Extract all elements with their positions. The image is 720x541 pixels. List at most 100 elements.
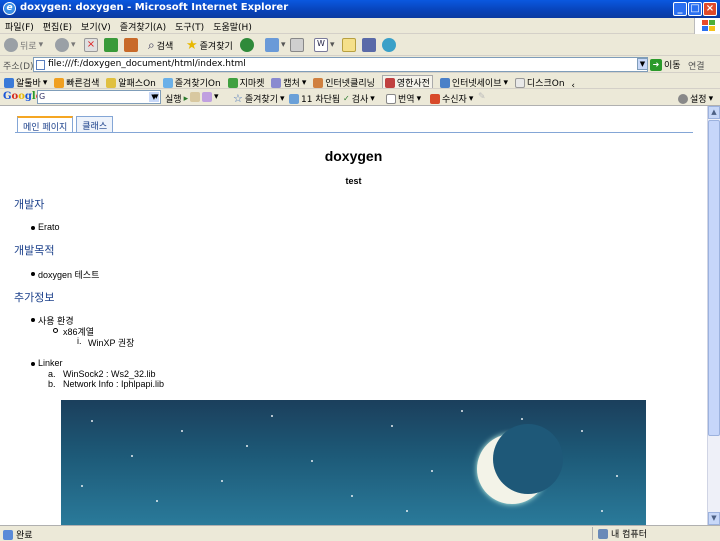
history-button[interactable] xyxy=(240,37,254,53)
google-favorites[interactable]: ☆ 즐겨찾기 ▾ xyxy=(233,92,285,105)
link-quick-search[interactable]: 빠른검색 xyxy=(54,76,99,88)
bullet xyxy=(31,272,35,276)
mail-button[interactable]: ▾ xyxy=(265,37,286,53)
research-icon xyxy=(362,38,376,52)
stop-button[interactable]: × xyxy=(84,37,98,53)
google-tools[interactable]: ▾ xyxy=(190,92,219,102)
night-sky-image xyxy=(61,400,646,525)
print-button[interactable] xyxy=(290,37,304,53)
link-internet-cleaning[interactable]: 인터넷클리닝 xyxy=(313,76,375,88)
page-content: 메인 페이지 클래스 doxygen test 개발자 Erato 개발목적 d… xyxy=(0,106,707,525)
scroll-down-button[interactable]: ▼ xyxy=(708,512,720,525)
maximize-button[interactable]: □ xyxy=(688,2,702,16)
links-toolbar: 알툴바 ▾ 빠른검색 알패스On 즐겨찾기On 지마켓 캡처 ▾ 인터넷클리닝 영한… xyxy=(0,73,720,89)
link-dictionary[interactable]: 영한사전 xyxy=(381,75,433,88)
google-toolbar: Google G ▼ ▾ 실행▸ ▾ ☆즐겨찾기▾ 11 차단됨 ✓검사▾ 번역… xyxy=(0,89,720,106)
home-button[interactable] xyxy=(124,37,138,53)
internet-save-icon xyxy=(439,77,450,88)
menu-file[interactable]: 파일(F) xyxy=(0,18,38,33)
link-favorites-on[interactable]: 즐겨찾기On xyxy=(162,76,221,88)
google-search-dropdown-2[interactable]: ▾ xyxy=(154,92,159,102)
discuss-button[interactable] xyxy=(342,37,356,53)
vertical-scrollbar[interactable]: ▲ ▼ xyxy=(707,106,720,525)
go-button[interactable]: ➜ 이동 xyxy=(650,58,681,71)
tab-classes[interactable]: 클래스 xyxy=(76,116,114,133)
gmarket-icon xyxy=(227,77,238,88)
menu-view[interactable]: 보기(V) xyxy=(76,18,115,33)
refresh-icon xyxy=(104,38,118,52)
status-text: 완료 xyxy=(3,528,33,541)
menu-favorites[interactable]: 즐겨찾기(A) xyxy=(115,18,170,33)
google-check[interactable]: ✓ 검사 ▾ xyxy=(343,92,375,106)
page-done-icon xyxy=(3,529,13,540)
title-bar: e doxygen: doxygen - Microsoft Internet … xyxy=(0,0,720,18)
link-disk-on[interactable]: 디스크On xyxy=(514,76,565,88)
link-altoolbar[interactable]: 알툴바 ▾ xyxy=(4,76,47,88)
messenger-icon xyxy=(382,38,396,52)
menu-edit[interactable]: 편집(E) xyxy=(38,18,76,33)
history-icon xyxy=(240,38,254,52)
favorites-button[interactable]: ★ 즐겨찾기 xyxy=(186,37,233,53)
menu-help[interactable]: 도움말(H) xyxy=(208,18,256,33)
links-chevron[interactable]: ‹ xyxy=(571,81,575,89)
google-translate[interactable]: 번역 ▾ xyxy=(386,92,421,105)
stop-icon: × xyxy=(84,38,98,52)
forward-button[interactable]: ▾ xyxy=(55,37,76,53)
pen-icon xyxy=(190,92,200,102)
status-bar: 완료 내 컴퓨터 xyxy=(0,525,720,541)
star-icon: ★ xyxy=(186,37,198,53)
altoolbar-icon xyxy=(4,77,14,88)
doxygen-tabs: 메인 페이지 클래스 xyxy=(17,116,116,133)
google-send[interactable]: 수신자 ▾ xyxy=(430,92,473,105)
computer-icon xyxy=(598,528,608,539)
circle-bullet xyxy=(53,328,58,333)
links-label[interactable]: 연결 xyxy=(688,59,705,72)
google-settings[interactable]: 설정 ▾ xyxy=(678,92,713,105)
section-developer-heading: 개발자 xyxy=(14,198,45,211)
popup-blocked[interactable]: 11 차단됨 xyxy=(289,92,340,105)
linker-lib-2: Network Info : Iphlpapi.lib xyxy=(63,379,165,389)
address-input[interactable]: file:///f:/doxygen_document/html/index.h… xyxy=(33,57,648,72)
research-button[interactable] xyxy=(362,37,376,53)
link-alpass[interactable]: 알패스On xyxy=(106,76,156,88)
edit-button[interactable]: W ▾ xyxy=(314,37,335,53)
globe-icon xyxy=(202,92,212,102)
broom-icon xyxy=(313,77,324,88)
back-button[interactable]: 뒤로 ▾ xyxy=(4,37,43,53)
forward-arrow-icon xyxy=(55,38,69,52)
back-arrow-icon xyxy=(4,38,18,52)
scroll-thumb[interactable] xyxy=(708,120,720,436)
linker-item: Linker xyxy=(38,358,63,368)
menu-tools[interactable]: 도구(T) xyxy=(170,18,208,33)
section-purpose-heading: 개발목적 xyxy=(14,244,55,257)
page-icon xyxy=(36,60,45,70)
minimize-button[interactable]: _ xyxy=(673,2,687,16)
link-internet-save[interactable]: 인터넷세이브 ▾ xyxy=(439,76,508,88)
google-search-input[interactable]: G ▼ xyxy=(37,90,161,104)
send-icon xyxy=(430,93,440,104)
link-capture[interactable]: 캡처 ▾ xyxy=(271,76,306,88)
disk-on-icon xyxy=(514,77,525,88)
window-title: doxygen: doxygen - Microsoft Internet Ex… xyxy=(20,2,289,13)
refresh-button[interactable] xyxy=(104,37,118,53)
messenger-button[interactable] xyxy=(382,37,396,53)
search-button[interactable]: ⌕ 검색 xyxy=(148,37,173,53)
close-button[interactable]: × xyxy=(703,2,717,16)
windows-logo-icon xyxy=(694,18,720,34)
purpose-item: doxygen 테스트 xyxy=(38,270,100,280)
page-brief: test xyxy=(345,176,362,186)
folder-icon xyxy=(342,38,356,52)
printer-icon xyxy=(290,38,304,52)
tab-main-page[interactable]: 메인 페이지 xyxy=(17,116,74,133)
address-dropdown[interactable]: ▼ xyxy=(637,58,648,70)
popup-blocker-icon xyxy=(289,93,299,104)
abc-check-icon: ✓ xyxy=(343,94,350,103)
google-highlight[interactable]: ✎ xyxy=(478,92,486,102)
dictionary-icon xyxy=(384,77,395,88)
quick-search-icon xyxy=(54,77,65,88)
env-subsub-item: WinXP 권장 xyxy=(88,338,135,348)
security-zone: 내 컴퓨터 xyxy=(592,527,720,540)
link-gmarket[interactable]: 지마켓 xyxy=(227,76,264,88)
google-run-button[interactable]: 실행 ▸ xyxy=(165,92,188,106)
scroll-up-button[interactable]: ▲ xyxy=(708,106,720,119)
